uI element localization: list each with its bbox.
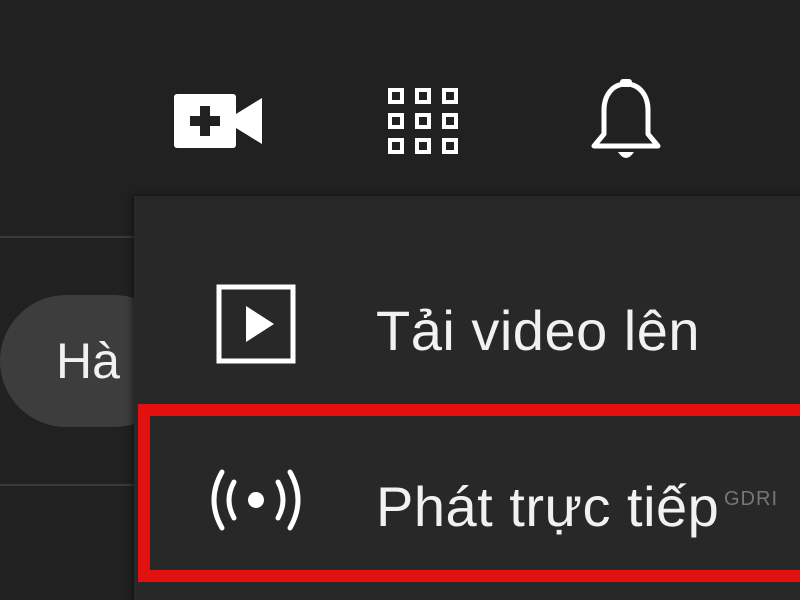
divider <box>0 484 150 486</box>
create-dropdown-menu: Tải video lên Phát trực tiếp <box>134 196 800 600</box>
filter-chip-label: Hà <box>56 333 120 389</box>
create-video-icon[interactable] <box>172 92 264 150</box>
menu-item-label: Phát trực tiếp <box>376 475 720 538</box>
menu-item-upload-video[interactable]: Tải video lên <box>134 264 800 392</box>
apps-grid-icon[interactable] <box>386 86 460 156</box>
bell-icon[interactable] <box>590 78 662 166</box>
youtube-header-area: Hà Tải video lên Phát trực tiếp GDRI <box>0 0 800 600</box>
divider <box>0 236 150 238</box>
live-broadcast-icon <box>211 469 301 531</box>
menu-item-label: Tải video lên <box>376 299 701 362</box>
watermark-text: GDRI <box>724 488 778 510</box>
upload-video-icon <box>216 284 296 364</box>
background-content: Hà <box>0 0 180 600</box>
menu-item-go-live[interactable]: Phát trực tiếp <box>134 414 800 576</box>
